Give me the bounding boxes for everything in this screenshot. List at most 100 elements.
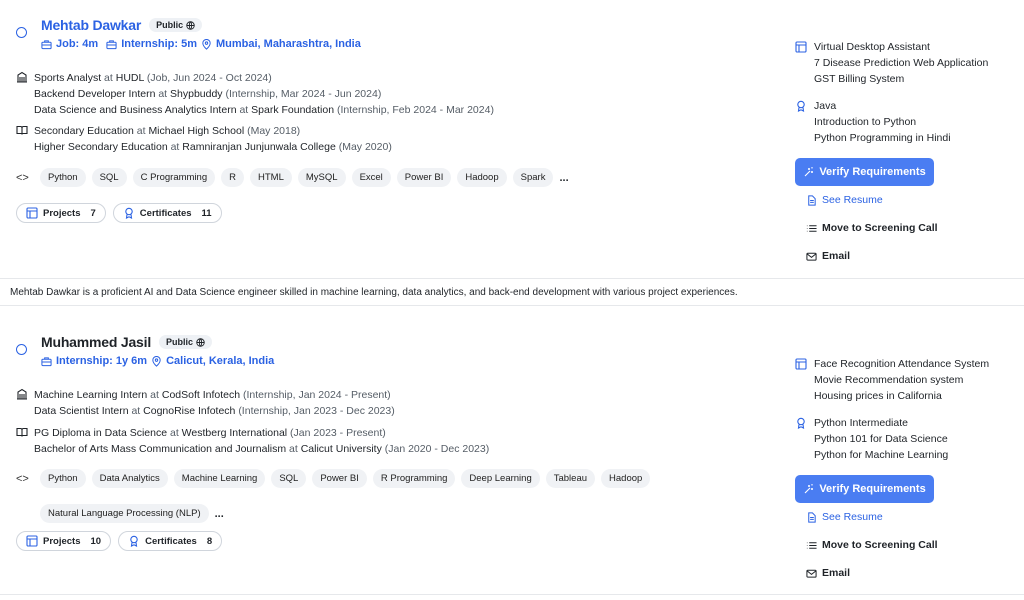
projects-list: Virtual Desktop Assistant 7 Disease Pred… bbox=[795, 39, 988, 87]
edu-degree: Higher Secondary Education bbox=[34, 141, 168, 153]
experience-item: Backend Developer Intern at Shypbuddy (I… bbox=[34, 86, 494, 102]
certificates-list: Java Introduction to Python Python Progr… bbox=[795, 98, 951, 146]
edu-at: at bbox=[136, 125, 146, 137]
projects-count: 10 bbox=[90, 535, 102, 547]
skill-chip: MySQL bbox=[297, 168, 346, 187]
certificates-list: Python Intermediate Python 101 for Data … bbox=[795, 415, 948, 463]
internship-duration: Internship: 5m bbox=[121, 38, 197, 50]
edu-detail: (May 2018) bbox=[247, 125, 301, 137]
building-icon bbox=[17, 388, 27, 400]
experience-item: Data Scientist Intern at CognoRise Infot… bbox=[34, 403, 395, 419]
email-button[interactable]: Email bbox=[806, 250, 850, 262]
projects-count: 7 bbox=[90, 207, 96, 219]
certificates-count: 8 bbox=[206, 535, 213, 547]
verify-label: Verify Requirements bbox=[819, 166, 926, 178]
experience-item: Sports Analyst at HUDL (Job, Jun 2024 - … bbox=[34, 70, 494, 86]
more-skills[interactable]: ... bbox=[215, 508, 224, 520]
exp-role: Backend Developer Intern bbox=[34, 88, 156, 100]
candidate-name-row: Muhammed Jasil Public bbox=[41, 334, 213, 350]
move-to-screening-label: Move to Screening Call bbox=[822, 539, 938, 551]
education-item: Bachelor of Arts Mass Communication and … bbox=[34, 441, 489, 457]
certificates-label: Certificates bbox=[139, 207, 192, 219]
verify-label: Verify Requirements bbox=[819, 483, 926, 495]
projects-pill[interactable]: Projects 7 bbox=[16, 203, 106, 223]
certificates-pill[interactable]: Certificates 11 bbox=[112, 203, 222, 223]
award-icon bbox=[797, 417, 805, 429]
visibility-label: Public bbox=[166, 337, 194, 347]
edu-degree: Secondary Education bbox=[34, 125, 134, 137]
projects-pill[interactable]: Projects 10 bbox=[16, 531, 112, 551]
edu-school: Michael High School bbox=[148, 125, 245, 137]
sparkle-icon bbox=[804, 484, 814, 494]
edu-at: at bbox=[169, 427, 179, 439]
exp-role: Sports Analyst bbox=[34, 72, 102, 84]
exp-org: HUDL bbox=[115, 72, 144, 84]
skill-chip: Machine Learning bbox=[173, 469, 266, 488]
certificate-item: Python 101 for Data Science bbox=[814, 433, 948, 445]
certificates-pill[interactable]: Certificates 8 bbox=[118, 531, 223, 551]
skill-chip: SQL bbox=[271, 469, 307, 488]
list-icon bbox=[806, 541, 817, 549]
exp-at: at bbox=[158, 88, 168, 100]
skill-chip: Deep Learning bbox=[461, 469, 540, 488]
exp-at: at bbox=[104, 72, 113, 84]
projects-label: Projects bbox=[43, 535, 81, 547]
verify-requirements-button[interactable]: Verify Requirements bbox=[795, 475, 934, 503]
move-to-screening-button[interactable]: Move to Screening Call bbox=[806, 222, 938, 234]
skill-chip: R Programming bbox=[372, 469, 456, 488]
location-icon bbox=[202, 38, 211, 50]
edu-degree: PG Diploma in Data Science bbox=[34, 427, 168, 439]
location: Mumbai, Maharashtra, India bbox=[215, 38, 361, 50]
experience-item: Machine Learning Intern at CodSoft Infot… bbox=[34, 387, 395, 403]
edu-at: at bbox=[289, 443, 298, 455]
exp-at: at bbox=[131, 405, 141, 417]
skill-chip: SQL bbox=[91, 168, 127, 187]
candidate-name[interactable]: Muhammed Jasil bbox=[41, 334, 151, 350]
skill-chip: R bbox=[221, 168, 244, 187]
list-icon bbox=[806, 224, 817, 232]
edu-school: Ramniranjan Junjunwala College bbox=[182, 141, 336, 153]
select-radio[interactable] bbox=[16, 27, 27, 38]
see-resume-label: See Resume bbox=[822, 194, 883, 206]
certificate-item: Introduction to Python bbox=[814, 116, 917, 128]
candidate-name[interactable]: Mehtab Dawkar bbox=[41, 17, 141, 33]
visibility-badge: Public bbox=[149, 18, 203, 32]
education-section: Secondary Education at Michael High Scho… bbox=[16, 123, 392, 155]
email-label: Email bbox=[822, 250, 851, 262]
verify-requirements-button[interactable]: Verify Requirements bbox=[795, 158, 934, 186]
layout-icon bbox=[26, 207, 38, 219]
experience-item: Data Science and Business Analytics Inte… bbox=[34, 102, 494, 118]
project-item: Face Recognition Attendance System bbox=[814, 358, 990, 370]
award-icon bbox=[797, 100, 805, 112]
move-to-screening-button[interactable]: Move to Screening Call bbox=[806, 539, 938, 551]
summary-text: Mehtab Dawkar is a proficient AI and Dat… bbox=[10, 286, 738, 298]
certificates-count: 11 bbox=[201, 207, 212, 219]
certificate-item: Python Programming in Hindi bbox=[814, 132, 951, 144]
see-resume-link[interactable]: See Resume bbox=[806, 194, 883, 206]
code-icon: <> bbox=[16, 472, 29, 485]
see-resume-link[interactable]: See Resume bbox=[806, 511, 883, 523]
candidate-meta: Job: 4m Internship: 5m Mumbai, Maharasht… bbox=[41, 38, 361, 50]
candidate-summary: Mehtab Dawkar is a proficient AI and Dat… bbox=[0, 278, 1024, 306]
sparkle-icon bbox=[804, 167, 814, 177]
email-button[interactable]: Email bbox=[806, 567, 850, 579]
projects-label: Projects bbox=[43, 207, 81, 219]
certificate-item: Java bbox=[814, 100, 837, 112]
edu-at: at bbox=[170, 141, 180, 153]
document-icon bbox=[808, 511, 816, 523]
mail-icon bbox=[806, 252, 817, 261]
internship-duration: Internship: 1y 6m bbox=[56, 355, 148, 367]
experience-section: Sports Analyst at HUDL (Job, Jun 2024 - … bbox=[16, 70, 494, 118]
project-item: Housing prices in California bbox=[814, 390, 942, 402]
candidate-name-row: Mehtab Dawkar Public bbox=[41, 17, 203, 33]
location: Calicut, Kerala, India bbox=[166, 355, 275, 367]
document-icon bbox=[808, 194, 816, 206]
briefcase-icon bbox=[41, 39, 52, 49]
select-radio[interactable] bbox=[16, 344, 27, 355]
edu-school: Calicut University bbox=[300, 443, 382, 455]
exp-at: at bbox=[239, 104, 249, 116]
more-skills[interactable]: ... bbox=[559, 172, 568, 184]
skill-chip: Python bbox=[40, 168, 86, 187]
exp-detail: (Internship, Jan 2023 - Dec 2023) bbox=[238, 405, 395, 417]
certificates-label: Certificates bbox=[145, 535, 197, 547]
